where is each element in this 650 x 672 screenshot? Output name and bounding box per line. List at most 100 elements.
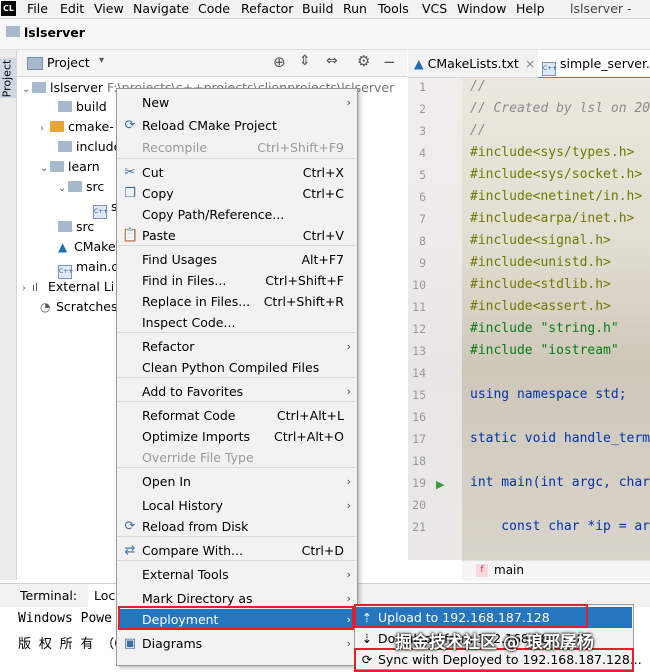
- expand-icon[interactable]: ⇔: [326, 53, 338, 69]
- menu-label: Clean Python Compiled Files: [142, 360, 320, 375]
- upload-to-server-item[interactable]: ⇡ Upload to 192.168.187.128: [356, 607, 632, 628]
- menu-item-diagrams[interactable]: ▣ Diagrams ›: [118, 633, 356, 654]
- chevron-down-icon[interactable]: ⌄: [40, 159, 50, 179]
- project-view-label[interactable]: Project: [47, 55, 90, 70]
- collapse-icon[interactable]: ⇕: [299, 53, 311, 69]
- line-number: 6: [419, 190, 426, 204]
- code-line: #include<assert.h>: [470, 299, 611, 314]
- tree-item-learn[interactable]: ⌄ learn: [40, 157, 100, 177]
- menu-item-find-in-files[interactable]: Find in Files... Ctrl+Shift+F: [118, 270, 356, 291]
- nav-project-name[interactable]: lslserver: [24, 25, 85, 40]
- menu-item-add-to-favorites[interactable]: Add to Favorites ›: [118, 381, 356, 402]
- chevron-down-icon[interactable]: ⌄: [22, 80, 32, 100]
- menu-item-find-usages[interactable]: Find Usages Alt+F7: [118, 249, 356, 270]
- chevron-down-icon[interactable]: ⌄: [58, 179, 68, 199]
- tree-item-include[interactable]: include: [58, 137, 121, 157]
- menu-code[interactable]: Code: [198, 0, 230, 18]
- locate-icon[interactable]: ⊕: [273, 53, 286, 71]
- menu-item-copy-path-reference[interactable]: Copy Path/Reference...: [118, 204, 356, 225]
- menu-item-optimize-imports[interactable]: Optimize Imports Ctrl+Alt+O: [118, 426, 356, 447]
- menu-item-reload-from-disk[interactable]: ⟳ Reload from Disk: [118, 516, 356, 537]
- code-line: #include<arpa/inet.h>: [470, 211, 635, 226]
- code-line: #include<stdlib.h>: [470, 277, 611, 292]
- tree-item-cmake[interactable]: › cmake-: [40, 117, 114, 137]
- line-number: 21: [412, 520, 426, 534]
- menu-item-inspect-code[interactable]: Inspect Code...: [118, 312, 356, 333]
- scissors-icon: ✂: [124, 165, 136, 180]
- menu-item-replace-in-files[interactable]: Replace in Files... Ctrl+Shift+R: [118, 291, 356, 312]
- function-icon: f: [476, 564, 488, 577]
- minimize-icon[interactable]: −: [383, 53, 396, 71]
- diagram-icon: ▣: [123, 636, 137, 651]
- menu-item-refactor[interactable]: Refactor ›: [118, 336, 356, 357]
- chevron-right-icon: ›: [346, 96, 351, 109]
- folder-icon: [6, 26, 20, 37]
- tree-item-build[interactable]: build: [58, 97, 107, 117]
- tree-item-external-libraries[interactable]: › ıl External Li: [22, 277, 114, 297]
- clion-logo-icon: CL: [1, 1, 16, 16]
- gear-icon[interactable]: ⚙: [357, 52, 370, 70]
- tree-label: cmake-: [68, 119, 114, 134]
- menu-navigate[interactable]: Navigate: [133, 0, 189, 18]
- tab-cmakelists[interactable]: ▲ CMakeLists.txt ×: [414, 50, 535, 77]
- folder-icon: [50, 161, 64, 172]
- folder-icon: [68, 181, 82, 192]
- menu-item-copy[interactable]: ❐ Copy Ctrl+C: [118, 183, 356, 204]
- menu-view[interactable]: View: [94, 0, 124, 18]
- chevron-down-icon[interactable]: ▾: [99, 55, 104, 66]
- reload-icon: ⟳: [124, 118, 136, 133]
- menu-build[interactable]: Build: [302, 0, 333, 18]
- menu-item-mark-directory-as[interactable]: Mark Directory as ›: [118, 588, 356, 609]
- chevron-right-icon: ›: [346, 499, 351, 512]
- tree-item-scratches[interactable]: ◔ Scratches: [40, 297, 118, 317]
- menu-item-cut[interactable]: ✂ Cut Ctrl+X: [118, 162, 356, 183]
- tree-item-source-file[interactable]: C++ s: [93, 197, 118, 219]
- tree-item-src[interactable]: src: [58, 217, 94, 237]
- menu-item-reload-cmake-project[interactable]: ⟳ Reload CMake Project: [118, 115, 356, 136]
- code-line: #include "iostream": [470, 343, 619, 358]
- menu-help[interactable]: Help: [516, 0, 545, 18]
- tab-simple-server[interactable]: C++ simple_server.: [538, 50, 650, 80]
- menu-vcs[interactable]: VCS: [422, 0, 447, 18]
- code-line: #include<signal.h>: [470, 233, 611, 248]
- menu-refactor[interactable]: Refactor: [241, 0, 293, 18]
- menu-window[interactable]: Window: [457, 0, 506, 18]
- chevron-right-icon[interactable]: ›: [22, 279, 32, 299]
- tree-label: lslserver: [50, 80, 104, 95]
- code-line: //: [470, 123, 486, 138]
- menu-item-open-in[interactable]: Open In ›: [118, 471, 356, 492]
- tree-label: src: [76, 219, 95, 234]
- folder-icon: [50, 121, 64, 132]
- tree-item-cmakelists[interactable]: ▲ CMake: [58, 237, 116, 257]
- close-icon[interactable]: ×: [525, 56, 535, 71]
- menu-file[interactable]: File: [27, 0, 48, 18]
- menu-item-compare-with[interactable]: ⇄ Compare With... Ctrl+D: [118, 540, 356, 561]
- code-line: #include<netinet/in.h>: [470, 189, 643, 204]
- menu-item-deployment[interactable]: Deployment ›: [118, 609, 356, 630]
- code-line: #include<sys/types.h>: [470, 145, 635, 160]
- project-view-icon: [27, 57, 43, 70]
- menu-item-external-tools[interactable]: External Tools ›: [118, 564, 356, 585]
- breadcrumb-function[interactable]: main: [494, 563, 524, 577]
- menu-item-paste[interactable]: 📋 Paste Ctrl+V: [118, 225, 356, 246]
- run-gutter-icon[interactable]: ▶: [436, 478, 444, 491]
- chevron-right-icon[interactable]: ›: [40, 119, 50, 139]
- menu-item-local-history[interactable]: Local History ›: [118, 495, 356, 516]
- menu-shortcut: Alt+F7: [301, 252, 344, 267]
- tab-label: CMakeLists.txt: [427, 56, 519, 71]
- chevron-right-icon: ›: [346, 592, 351, 605]
- menu-item-new[interactable]: New ›: [118, 92, 356, 113]
- library-icon: ıl: [32, 281, 39, 294]
- context-menu: New › ⟳ Reload CMake Project Recompile Ctrl+S…: [116, 88, 358, 666]
- editor-breadcrumb[interactable]: f main: [462, 560, 650, 581]
- menu-item-clean-python-compiled-files[interactable]: Clean Python Compiled Files: [118, 357, 356, 378]
- tree-item-learn-src[interactable]: ⌄ src: [58, 177, 104, 197]
- menu-run[interactable]: Run: [343, 0, 367, 18]
- menu-tools[interactable]: Tools: [378, 0, 409, 18]
- project-tool-tab[interactable]: Project: [0, 58, 16, 98]
- menu-item-reformat-code[interactable]: Reformat Code Ctrl+Alt+L: [118, 405, 356, 426]
- menu-label: Deployment: [142, 612, 219, 627]
- menu-label: Find in Files...: [142, 273, 227, 288]
- line-number: 13: [412, 344, 426, 358]
- menu-edit[interactable]: Edit: [60, 0, 84, 18]
